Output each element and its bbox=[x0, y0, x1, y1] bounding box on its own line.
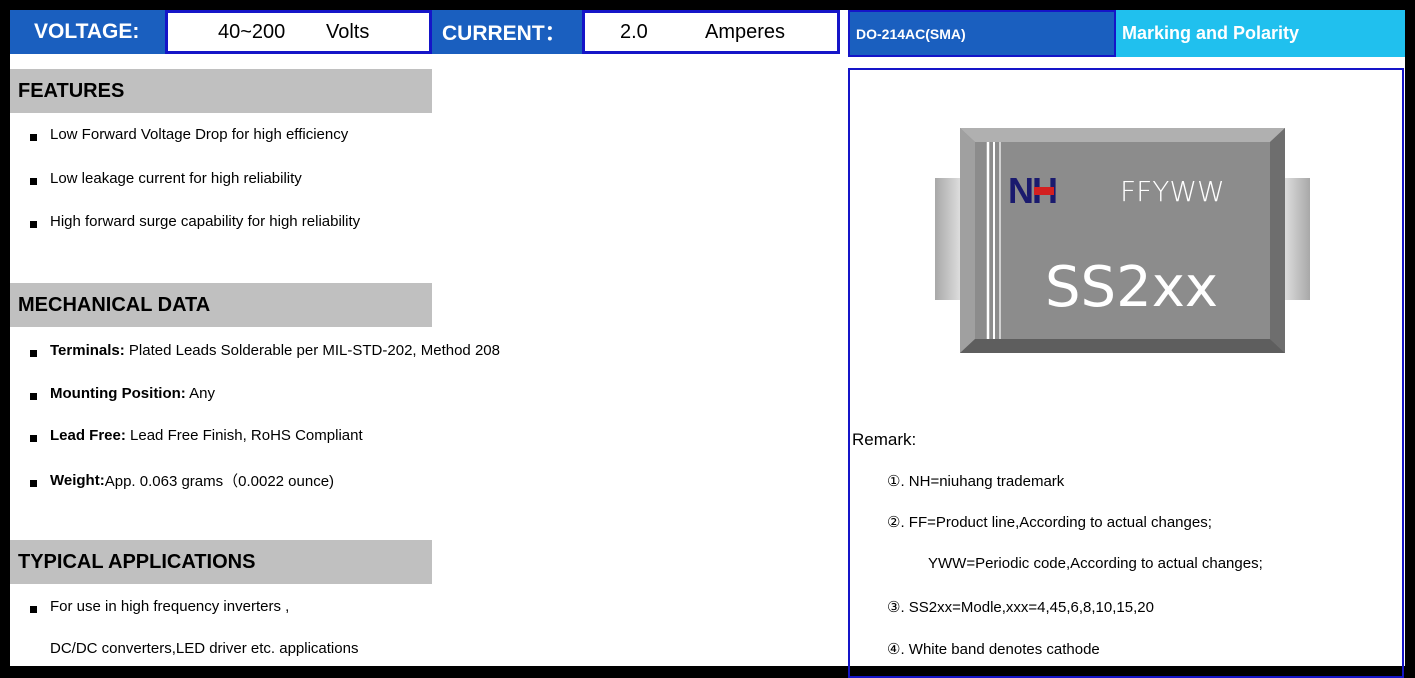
remark-item: ①. NH=niuhang trademark bbox=[887, 473, 1065, 490]
bullet-icon bbox=[30, 350, 37, 357]
feature-text: Low leakage current for high reliability bbox=[50, 170, 302, 187]
remark-title: Remark: bbox=[852, 430, 917, 449]
remark-item: ④. White band denotes cathode bbox=[887, 641, 1100, 658]
bullet-icon bbox=[30, 178, 37, 185]
mechanical-label: Lead Free: bbox=[50, 427, 126, 444]
bullet-icon bbox=[30, 606, 37, 613]
package-bevel-left bbox=[960, 128, 975, 353]
application-item-continued: DC/DC converters,LED driver etc. applica… bbox=[50, 640, 358, 657]
bullet-icon bbox=[30, 435, 37, 442]
marking-title: Marking and Polarity bbox=[1116, 10, 1405, 57]
package-drawing bbox=[935, 128, 1310, 353]
voltage-value: 40~200 bbox=[218, 20, 286, 43]
mechanical-label: Weight: bbox=[50, 472, 105, 489]
nh-logo-accent bbox=[1034, 187, 1054, 195]
mechanical-item: Weight: App. 0.063 grams（0.0022 ounce) bbox=[30, 470, 334, 491]
remark-item: ②. FF=Product line,According to actual c… bbox=[887, 514, 1212, 531]
feature-item: High forward surge capability for high r… bbox=[30, 213, 360, 230]
mechanical-label: Mounting Position: bbox=[50, 385, 186, 402]
bullet-icon bbox=[30, 480, 37, 487]
application-text: DC/DC converters,LED driver etc. applica… bbox=[50, 640, 359, 657]
mechanical-text: Lead Free Finish, RoHS Compliant bbox=[125, 427, 363, 444]
remark-item: ③. SS2xx=Modle,xxx=4,45,6,8,10,15,20 bbox=[887, 599, 1154, 616]
current-box: 2.0 Amperes bbox=[582, 10, 840, 54]
voltage-box: 40~200 Volts bbox=[165, 10, 432, 54]
date-code: FFYWW bbox=[1120, 175, 1225, 208]
mechanical-item: Lead Free: Lead Free Finish, RoHS Compli… bbox=[30, 427, 363, 444]
features-heading: FEATURES bbox=[10, 69, 432, 113]
applications-heading: TYPICAL APPLICATIONS bbox=[10, 540, 432, 584]
mechanical-item: Mounting Position: Any bbox=[30, 385, 215, 402]
current-label: CURRENT： bbox=[432, 10, 582, 54]
mechanical-text: Plated Leads Solderable per MIL-STD-202,… bbox=[124, 342, 500, 359]
bullet-icon bbox=[30, 134, 37, 141]
application-text: For use in high frequency inverters , bbox=[50, 598, 290, 615]
feature-item: Low leakage current for high reliability bbox=[30, 170, 302, 187]
package-bevel-top bbox=[960, 128, 1285, 142]
datasheet-page: VOLTAGE: 40~200 Volts CURRENT： 2.0 Amper… bbox=[10, 10, 1405, 678]
model-code: SS2xx bbox=[1045, 255, 1219, 320]
bullet-icon bbox=[30, 221, 37, 228]
voltage-label: VOLTAGE: bbox=[10, 10, 165, 54]
feature-item: Low Forward Voltage Drop for high effici… bbox=[30, 126, 348, 143]
package-bevel-bottom bbox=[960, 339, 1285, 353]
package-label: DO-214AC(SMA) bbox=[848, 10, 1116, 57]
mechanical-label: Terminals: bbox=[50, 342, 125, 359]
remark-item: YWW=Periodic code,According to actual ch… bbox=[928, 555, 1263, 572]
package-bevel-right bbox=[1270, 128, 1285, 353]
application-item: For use in high frequency inverters , bbox=[30, 598, 289, 615]
mechanical-heading: MECHANICAL DATA bbox=[10, 283, 432, 327]
current-value: 2.0 bbox=[620, 20, 648, 43]
bullet-icon bbox=[30, 393, 37, 400]
mechanical-text: App. 0.063 grams（0.0022 ounce) bbox=[104, 473, 335, 490]
feature-text: High forward surge capability for high r… bbox=[50, 213, 361, 230]
current-unit: Amperes bbox=[705, 20, 786, 43]
mechanical-text: Any bbox=[185, 385, 215, 402]
feature-text: Low Forward Voltage Drop for high effici… bbox=[50, 126, 349, 143]
voltage-unit: Volts bbox=[326, 20, 370, 43]
mechanical-item: Terminals: Plated Leads Solderable per M… bbox=[30, 342, 500, 359]
